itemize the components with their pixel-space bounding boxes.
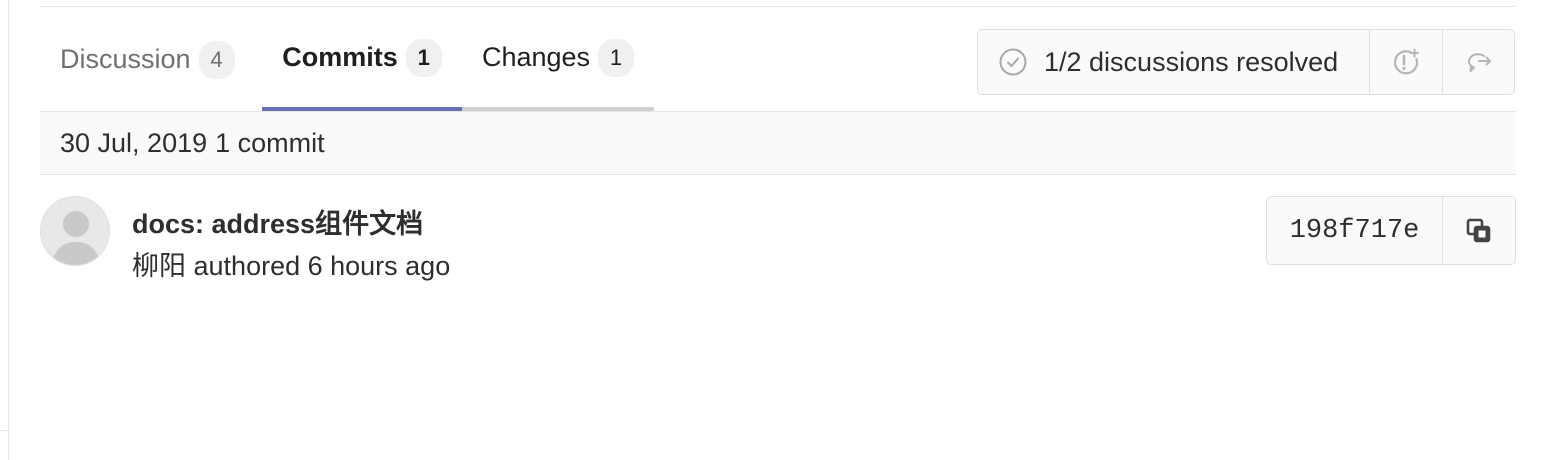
commit-title-link[interactable]: docs: address组件文档 [132,202,423,241]
tab-commits-count-badge: 1 [405,38,442,77]
commit-author-link[interactable]: 柳阳 [132,251,186,281]
check-circle-icon [999,48,1027,76]
default-avatar-icon [41,197,109,265]
commit-authored-text: authored 6 hours ago [193,251,451,281]
jump-to-unresolved-icon [1394,48,1420,75]
tab-commits-label: Commits [282,42,398,72]
left-divider [8,0,9,460]
tab-changes[interactable]: Changes 1 [462,8,654,111]
reply-forward-icon [1467,53,1491,72]
commits-day-header: 30 Jul, 2019 1 commit [40,112,1516,175]
tab-discussion-label: Discussion [60,44,191,74]
tab-changes-count-badge: 1 [598,38,635,77]
resolve-in-new-issue-button[interactable] [1442,30,1514,94]
merge-request-commits-page: Discussion 4 Commits 1 Changes 1 1/2 dis… [0,0,1552,460]
discussions-resolved-status: 1/2 discussions resolved [978,30,1371,94]
copy-sha-button[interactable] [1443,197,1515,264]
avatar[interactable] [40,196,110,266]
discussions-resolve-toolbar: 1/2 discussions resolved [977,29,1515,95]
commit-sha-link[interactable]: 198f717e [1267,197,1443,264]
discussions-resolved-text: 1/2 discussions resolved [1044,46,1339,77]
jump-to-unresolved-button[interactable] [1370,30,1442,94]
corner-divider [0,430,8,431]
commit-sha-group: 198f717e [1266,196,1516,265]
commit-date: 30 Jul, 2019 [60,127,208,158]
top-divider [40,6,1516,7]
commit-count: 1 commit [215,127,325,158]
commit-list-item: docs: address组件文档 柳阳 authored 6 hours ag… [40,176,1516,286]
tab-changes-label: Changes [481,42,591,72]
commit-meta: 柳阳 authored 6 hours ago [132,244,450,283]
tab-discussion[interactable]: Discussion 4 [60,8,235,111]
tab-commits[interactable]: Commits 1 [262,8,462,111]
copy-icon [1466,218,1491,242]
tab-discussion-count-badge: 4 [198,40,235,79]
